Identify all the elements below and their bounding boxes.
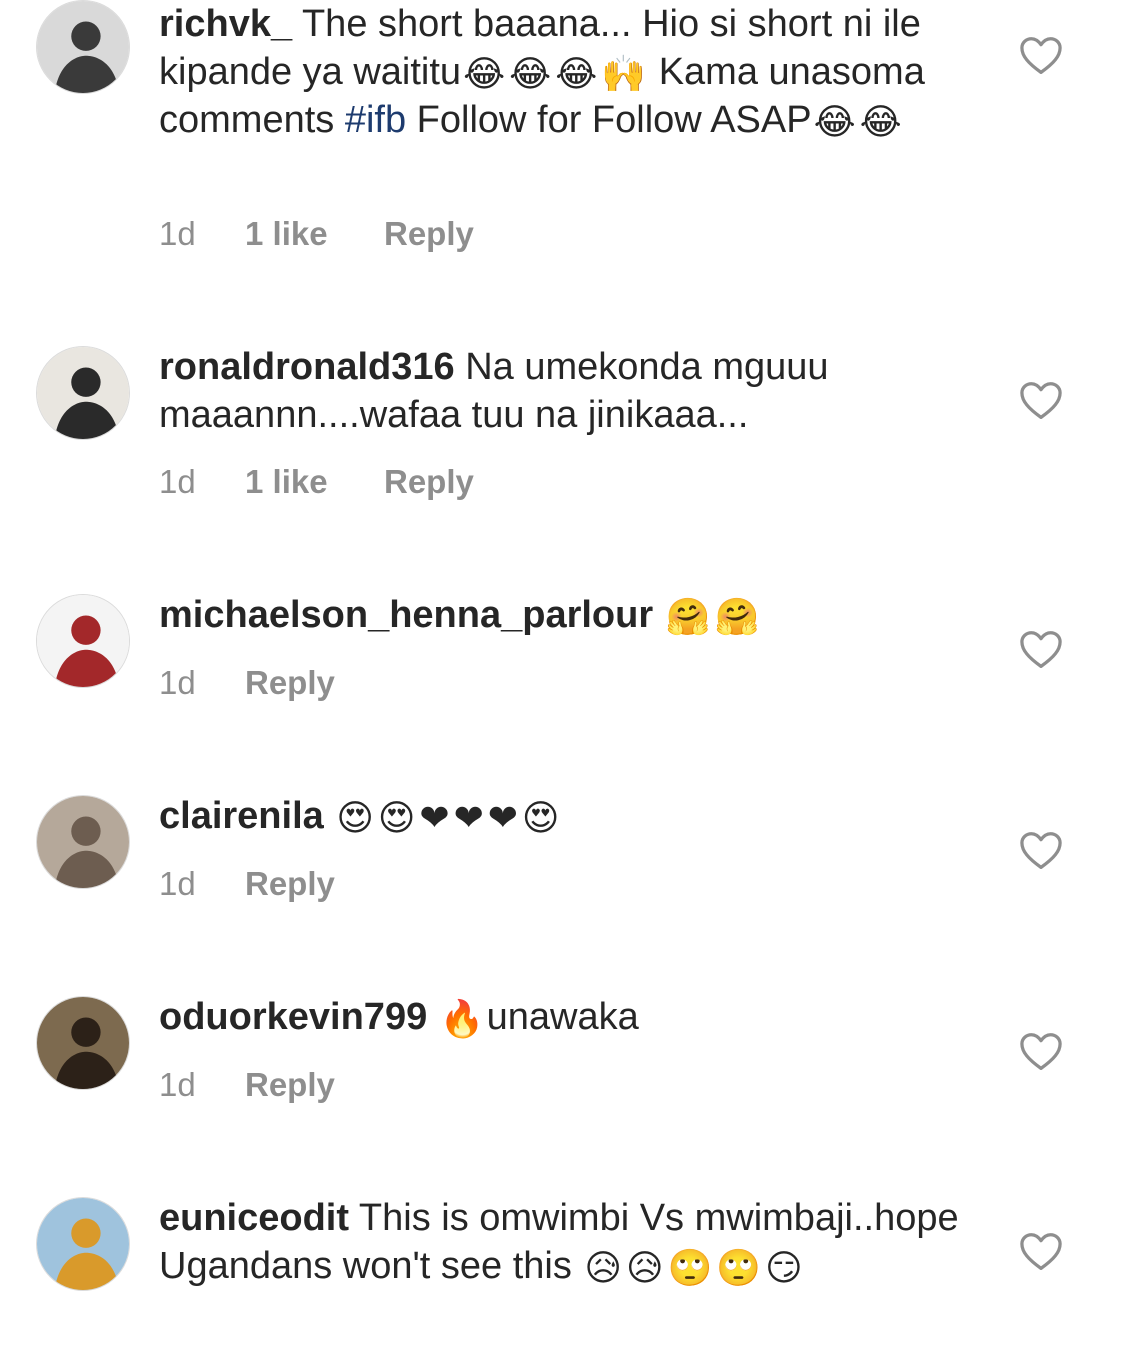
avatar-image <box>37 595 129 687</box>
heart-outline-icon <box>1020 1233 1062 1270</box>
emoji-icon: 😂 <box>463 54 506 95</box>
timestamp: 1d <box>159 664 196 701</box>
comment-meta: 1d Reply <box>159 1066 335 1104</box>
comments-list: richvk_ The short baaana... Hio si short… <box>0 0 1124 1368</box>
username-link[interactable]: oduorkevin799 <box>159 996 427 1038</box>
like-button[interactable] <box>1019 1232 1063 1272</box>
comment-text: Follow for Follow ASAP <box>406 99 812 141</box>
comment-body: clairenila 😍 😍 ❤ ❤ ❤ 😍 <box>159 792 979 840</box>
reply-button[interactable]: Reply <box>384 463 474 501</box>
comment-body: richvk_ The short baaana... Hio si short… <box>159 0 979 144</box>
emoji-icon: 😂 <box>555 54 598 95</box>
username-link[interactable]: ronaldronald316 <box>159 346 455 388</box>
avatar-image <box>37 796 129 888</box>
avatar[interactable] <box>36 996 130 1090</box>
emoji-icon: ❤ <box>453 798 484 839</box>
comment-meta: 1d 1 like Reply <box>159 215 474 253</box>
reply-button[interactable]: Reply <box>245 865 335 903</box>
emoji-icon: 😂 <box>813 102 856 143</box>
hashtag-link[interactable]: #ifb <box>345 99 406 141</box>
emoji-icon: 🙄 <box>716 1248 762 1289</box>
reply-button[interactable]: Reply <box>384 215 474 253</box>
likes-count[interactable]: 1 like <box>245 215 384 253</box>
emoji-icon: ❤ <box>419 798 450 839</box>
comment-body: michaelson_henna_parlour 🤗 🤗 <box>159 591 979 639</box>
comment-body: euniceodit This is omwimbi Vs mwimbaji..… <box>159 1194 979 1290</box>
emoji-icon: 😍 <box>377 798 416 839</box>
timestamp: 1d <box>159 1066 196 1103</box>
comment-body: ronaldronald316 Na umekonda mguuu maaann… <box>159 343 979 439</box>
like-button[interactable] <box>1019 36 1063 76</box>
timestamp: 1d <box>159 865 196 902</box>
like-button[interactable] <box>1019 381 1063 421</box>
comment-meta: 1d Reply <box>159 865 335 903</box>
username-link[interactable]: clairenila <box>159 795 324 837</box>
emoji-icon: 😏 <box>765 1248 803 1289</box>
comment-text: unawaka <box>486 996 639 1038</box>
heart-outline-icon <box>1020 1033 1062 1070</box>
avatar[interactable] <box>36 346 130 440</box>
heart-outline-icon <box>1020 382 1062 419</box>
avatar[interactable] <box>36 0 130 94</box>
like-button[interactable] <box>1019 1032 1063 1072</box>
avatar[interactable] <box>36 1197 130 1291</box>
emoji-icon: 😂 <box>859 102 902 143</box>
reply-button[interactable]: Reply <box>245 1066 335 1104</box>
emoji-icon: 😥 <box>625 1248 664 1289</box>
comment-body: oduorkevin799 🔥unawaka <box>159 993 979 1041</box>
avatar-image <box>37 997 129 1089</box>
emoji-icon: 🔥 <box>439 999 485 1040</box>
timestamp: 1d <box>159 463 196 500</box>
heart-outline-icon <box>1020 631 1062 668</box>
avatar-image <box>37 1198 129 1290</box>
username-link[interactable]: richvk_ <box>159 3 292 45</box>
comment-meta: 1d Reply <box>159 664 335 702</box>
emoji-icon: 😍 <box>336 798 374 839</box>
likes-count[interactable]: 1 like <box>245 463 384 501</box>
heart-outline-icon <box>1020 37 1062 74</box>
avatar[interactable] <box>36 795 130 889</box>
emoji-icon: 😥 <box>584 1248 622 1289</box>
emoji-icon: 🙄 <box>667 1248 713 1289</box>
emoji-icon: ❤ <box>487 798 518 839</box>
avatar-image <box>37 347 129 439</box>
username-link[interactable]: euniceodit <box>159 1197 349 1239</box>
emoji-icon: 🤗 <box>714 597 760 638</box>
heart-outline-icon <box>1020 832 1062 869</box>
timestamp: 1d <box>159 215 196 252</box>
emoji-icon: 🤗 <box>665 597 711 638</box>
emoji-icon: 😍 <box>521 798 560 839</box>
like-button[interactable] <box>1019 630 1063 670</box>
avatar[interactable] <box>36 594 130 688</box>
comment-meta: 1d 1 like Reply <box>159 463 474 501</box>
username-link[interactable]: michaelson_henna_parlour <box>159 594 653 636</box>
reply-button[interactable]: Reply <box>245 664 335 702</box>
emoji-icon: 🙌 <box>601 54 647 95</box>
avatar-image <box>37 1 129 93</box>
emoji-icon: 😂 <box>509 54 552 95</box>
like-button[interactable] <box>1019 831 1063 871</box>
